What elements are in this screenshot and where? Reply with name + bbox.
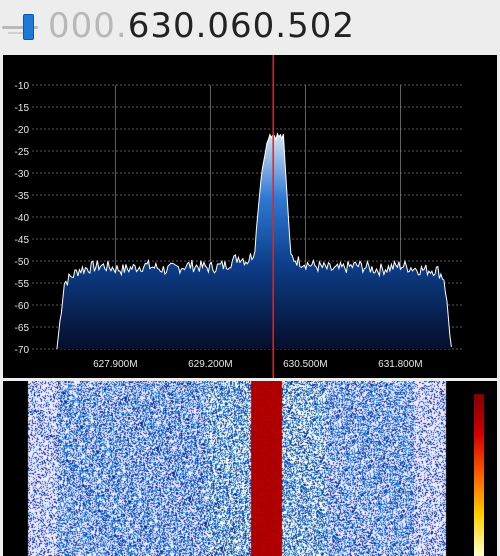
- y-tick-label: -15: [15, 103, 30, 114]
- y-tick-label: -55: [15, 279, 30, 290]
- y-tick-label: -20: [15, 125, 30, 136]
- y-tick-label: -30: [15, 169, 30, 180]
- y-tick-label: -45: [15, 235, 30, 246]
- spectrum-chart[interactable]: -10-15-20-25-30-35-40-45-50-55-60-65-70 …: [3, 55, 497, 378]
- y-tick-label: -40: [15, 213, 30, 224]
- spectrum-panel[interactable]: -10 -15 -20 -25 -30 -35 -40 -45 -50 -55 -60 -65 -70 …: [3, 55, 497, 378]
- y-tick-label: -60: [15, 301, 30, 312]
- y-tick-label: -25: [15, 147, 30, 158]
- gain-slider-handle[interactable]: [23, 14, 34, 40]
- waterfall-panel[interactable]: [3, 381, 497, 556]
- y-tick-label: -70: [15, 345, 30, 356]
- y-tick-label: -65: [15, 323, 30, 334]
- x-tick-label: 631.800M: [378, 359, 422, 370]
- spectrum-fill: [56, 133, 452, 349]
- y-tick-label: -35: [15, 191, 30, 202]
- x-tick-label: 629.200M: [188, 359, 232, 370]
- frequency-main-digits[interactable]: 630.060.502: [128, 6, 355, 46]
- waterfall-colorbar: [474, 394, 484, 556]
- y-tick-label: -10: [15, 81, 30, 92]
- toolbar: 000.630.060.502: [0, 0, 500, 52]
- x-tick-label: 630.500M: [283, 359, 327, 370]
- waterfall-display: [3, 381, 497, 556]
- y-tick-label: -50: [15, 257, 30, 268]
- frequency-display[interactable]: 000.630.060.502: [48, 6, 355, 46]
- frequency-leading-digits[interactable]: 000.: [48, 6, 128, 46]
- x-tick-label: 627.900M: [93, 359, 137, 370]
